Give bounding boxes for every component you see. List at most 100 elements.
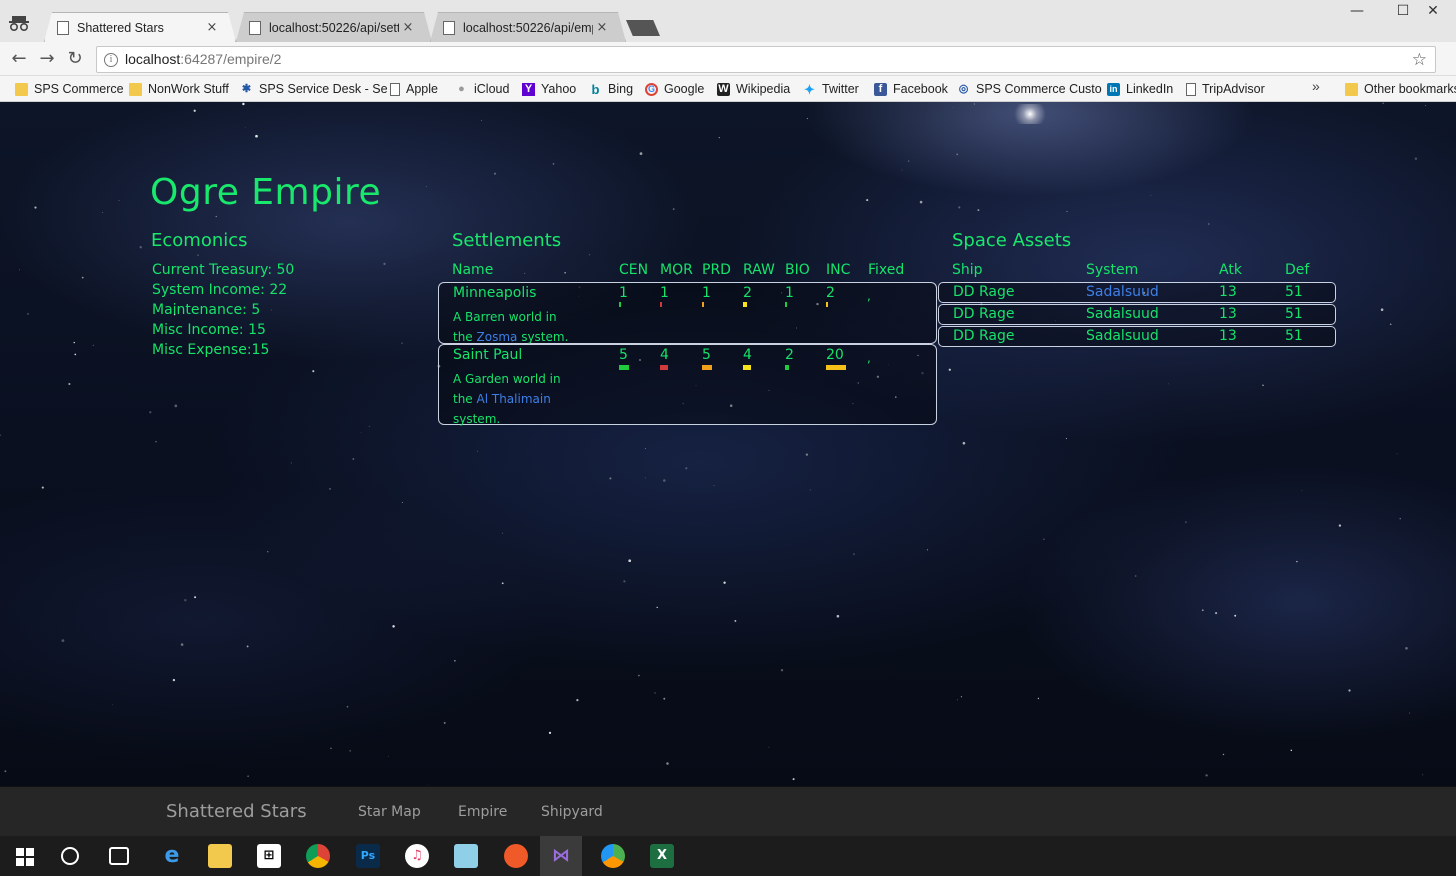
tab-api-settlements[interactable]: localhost:50226/api/settl ×: [236, 12, 432, 42]
star-dot: [197, 254, 199, 256]
app-icon[interactable]: [504, 844, 528, 868]
ship-system-link[interactable]: Sadalsuud: [1086, 284, 1159, 300]
app-icon[interactable]: [454, 844, 478, 868]
settlement-row[interactable]: Saint Paul A Garden world in the Al Thal…: [438, 344, 937, 426]
ship-name[interactable]: DD Rage: [953, 328, 1015, 344]
star-dot: [501, 582, 504, 585]
bookmark-nonwork-stuff[interactable]: NonWork Stuff: [129, 80, 229, 98]
site-navbar: Shattered Stars Star Map Empire Shipyard: [0, 786, 1456, 836]
star-dot: [27, 312, 29, 315]
star-dot: [656, 606, 658, 609]
info-icon[interactable]: i: [104, 53, 118, 67]
star-dot: [1296, 560, 1298, 563]
star-dot: [1201, 609, 1204, 612]
star-dot: [172, 678, 176, 682]
settlement-name[interactable]: Saint Paul: [453, 347, 522, 363]
minimize-icon[interactable]: —: [1334, 0, 1380, 22]
store-icon[interactable]: ⊞: [257, 844, 281, 868]
close-icon[interactable]: ×: [399, 20, 417, 35]
bookmark-bing[interactable]: b Bing: [589, 80, 634, 98]
ship-name[interactable]: DD Rage: [953, 284, 1015, 300]
ship-system[interactable]: Sadalsuud: [1086, 328, 1159, 344]
task-view-icon[interactable]: [109, 847, 129, 865]
star-dot: [330, 747, 332, 749]
photoshop-icon[interactable]: Ps: [356, 844, 380, 868]
reload-icon[interactable]: ↻: [64, 48, 86, 70]
navbar-brand[interactable]: Shattered Stars: [166, 801, 307, 822]
nav-shipyard[interactable]: Shipyard: [541, 804, 603, 820]
bookmark-sps-commerce-customer[interactable]: ◎ SPS Commerce Custo: [957, 80, 1102, 98]
forward-arrow-icon[interactable]: →: [36, 48, 58, 70]
close-icon[interactable]: ×: [593, 20, 611, 35]
ship-row[interactable]: DD Rage Sadalsuud 13 51: [938, 282, 1336, 303]
star-dot: [74, 353, 77, 356]
star-dot: [644, 448, 646, 449]
star-dot: [1215, 612, 1218, 615]
close-window-icon[interactable]: ✕: [1410, 0, 1456, 22]
star-dot: [919, 200, 923, 204]
star-dot: [1208, 223, 1210, 225]
excel-icon[interactable]: X: [650, 844, 674, 868]
star-dot: [346, 705, 349, 708]
itunes-icon[interactable]: ♫: [405, 844, 429, 868]
bookmark-star-icon[interactable]: ☆: [1412, 47, 1427, 72]
close-icon[interactable]: ×: [203, 20, 221, 35]
star-dot: [1396, 453, 1398, 455]
folder-icon: [15, 82, 28, 96]
fixed-value: ,: [867, 289, 871, 303]
ship-row[interactable]: DD Rage Sadalsuud 13 51: [938, 304, 1336, 325]
chrome-icon[interactable]: [306, 844, 330, 868]
bookmark-twitter[interactable]: ✦ Twitter: [803, 80, 859, 98]
ship-system[interactable]: Sadalsuud: [1086, 306, 1159, 322]
app-icon[interactable]: [601, 844, 625, 868]
col-atk: Atk: [1219, 262, 1242, 278]
bookmark-facebook[interactable]: f Facebook: [874, 80, 948, 98]
bookmark-sps-service-desk[interactable]: ✱ SPS Service Desk - Se: [240, 80, 388, 98]
star-dot: [329, 487, 331, 490]
star-dot: [1399, 518, 1401, 520]
star-dot: [588, 253, 591, 256]
edge-icon[interactable]: e: [160, 844, 184, 868]
bookmark-apple[interactable]: Apple: [390, 80, 438, 98]
bookmark-sps-commerce[interactable]: SPS Commerce: [15, 80, 124, 98]
nav-empire[interactable]: Empire: [458, 804, 507, 820]
ship-row[interactable]: DD Rage Sadalsuud 13 51: [938, 326, 1336, 347]
stat-bio: 2: [785, 347, 794, 363]
star-dot: [768, 746, 770, 748]
bookmark-google[interactable]: G Google: [645, 80, 704, 98]
tab-shattered-stars[interactable]: Shattered Stars ×: [44, 12, 236, 42]
browser-tab-strip: Shattered Stars × localhost:50226/api/se…: [0, 0, 1456, 42]
bookmark-tripadvisor[interactable]: TripAdvisor: [1186, 80, 1265, 98]
address-bar[interactable]: i localhost:64287/empire/2 ☆: [96, 46, 1436, 73]
star-dot: [476, 450, 478, 452]
star-dot: [639, 152, 643, 155]
star-dot: [973, 103, 975, 105]
col-mor: MOR: [660, 262, 693, 278]
settlement-row[interactable]: Minneapolis A Barren world in the Zosma …: [438, 282, 937, 344]
stat-inc: 2: [826, 285, 835, 301]
tab-api-empire[interactable]: localhost:50226/api/emp ×: [430, 12, 626, 42]
visual-studio-icon[interactable]: ⋈: [540, 836, 582, 876]
bookmark-icloud[interactable]: ● iCloud: [455, 80, 509, 98]
settlement-name[interactable]: Minneapolis: [453, 285, 536, 301]
windows-start-icon[interactable]: [16, 848, 34, 866]
more-bookmarks-chevron-icon[interactable]: »: [1312, 78, 1320, 94]
bookmark-wikipedia[interactable]: W Wikipedia: [717, 80, 790, 98]
bookmark-yahoo[interactable]: Y Yahoo: [522, 80, 576, 98]
star-dot: [836, 614, 840, 618]
system-link[interactable]: Al Thalimain: [477, 392, 551, 406]
ship-name[interactable]: DD Rage: [953, 306, 1015, 322]
star-dot: [426, 186, 428, 188]
bookmark-other-bookmarks[interactable]: Other bookmarks: [1345, 80, 1456, 98]
stat-bar-bio: [785, 365, 789, 370]
col-inc: INC: [826, 262, 851, 278]
back-arrow-icon[interactable]: ←: [8, 48, 30, 70]
system-link[interactable]: Zosma: [477, 330, 518, 344]
new-tab-button[interactable]: [626, 20, 660, 36]
cortana-search-icon[interactable]: [61, 847, 79, 865]
wikipedia-icon: W: [717, 82, 730, 96]
nav-star-map[interactable]: Star Map: [358, 804, 421, 820]
file-explorer-icon[interactable]: [208, 844, 232, 868]
bookmark-linkedin[interactable]: in LinkedIn: [1107, 80, 1173, 98]
star-dot: [270, 309, 272, 311]
